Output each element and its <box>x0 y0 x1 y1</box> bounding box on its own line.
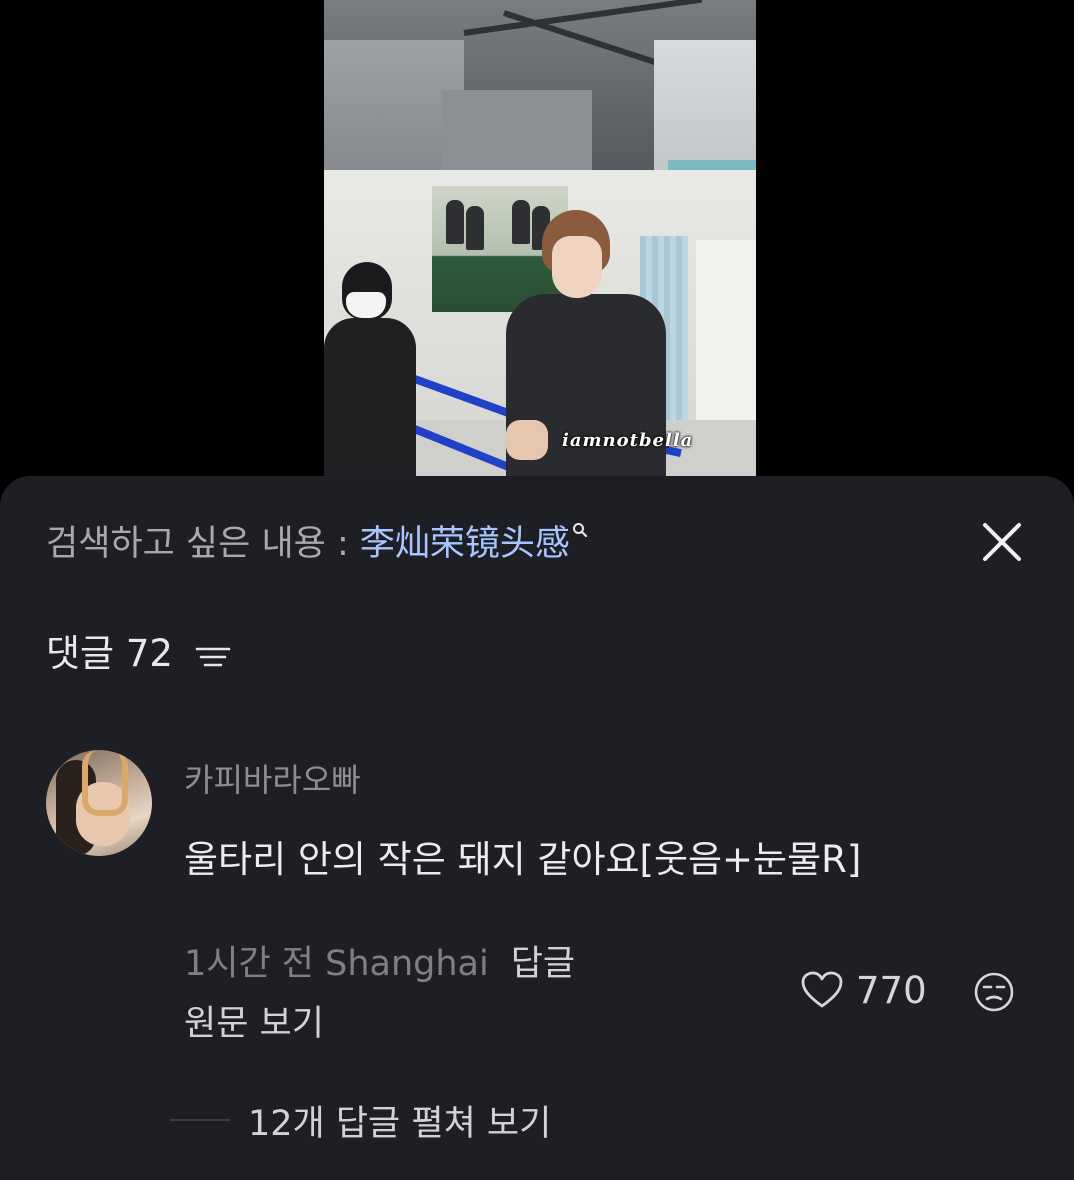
search-suggestion-term[interactable]: 李灿荣镜头感 <box>360 524 570 564</box>
comments-label: 댓글 <box>46 632 115 675</box>
video-person <box>324 262 416 476</box>
comments-panel: 검색하고 싶은 내용 : 李灿荣镜头感 댓글 72 카피바라오빠 울타리 안의 … <box>0 476 1074 1180</box>
comment-username[interactable]: 카피바라오빠 <box>184 760 361 800</box>
search-suggestion-prefix: 검색하고 싶은 내용 : <box>46 524 360 564</box>
search-suggestion[interactable]: 검색하고 싶은 내용 : 李灿荣镜头感 <box>46 520 588 568</box>
video-watermark: iamnotbella <box>562 430 694 451</box>
search-icon <box>570 520 588 550</box>
close-icon <box>983 523 1021 561</box>
expand-divider <box>170 1119 230 1121</box>
reply-button[interactable]: 답글 <box>511 944 575 984</box>
meh-face-icon <box>974 972 1014 1012</box>
expand-replies-label: 12개 답글 펼쳐 보기 <box>248 1103 552 1144</box>
poster-figure <box>466 206 484 250</box>
comment-text: 울타리 안의 작은 돼지 같아요[웃음+눈물R] <box>184 838 862 881</box>
comment-meta: 1시간 전 Shanghai 답글 <box>184 940 575 988</box>
comments-header: 댓글 72 <box>46 628 231 680</box>
sort-icon[interactable] <box>195 641 231 671</box>
like-count: 770 <box>856 968 927 1012</box>
poster-figure <box>446 200 464 244</box>
like-button[interactable]: 770 <box>800 966 927 1014</box>
heart-icon <box>801 971 843 1008</box>
close-button[interactable] <box>980 520 1024 564</box>
emoji-reaction-button[interactable] <box>972 970 1016 1014</box>
comment-time-location: 1시간 전 Shanghai <box>184 944 489 984</box>
expand-replies-button[interactable]: 12개 답글 펼쳐 보기 <box>170 1094 551 1146</box>
comments-count: 72 <box>125 632 173 675</box>
avatar[interactable] <box>46 750 152 856</box>
see-original-button[interactable]: 원문 보기 <box>184 1000 324 1048</box>
video-frame[interactable]: iamnotbella <box>324 0 756 476</box>
